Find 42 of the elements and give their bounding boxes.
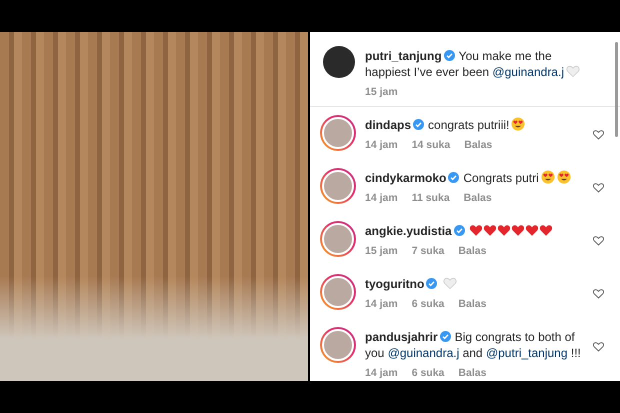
like-heart-icon[interactable] (592, 181, 605, 194)
like-heart-icon[interactable] (592, 128, 605, 141)
like-heart-icon[interactable] (592, 340, 605, 353)
like-heart-icon[interactable] (592, 287, 605, 300)
mention-link[interactable]: @guinandra.j (388, 346, 460, 360)
heart-icon (538, 223, 553, 237)
time-label: 14 jam (365, 192, 398, 204)
caption-text: putri_tanjung You make me the happiest I’ve ever been @guinandra.j (365, 48, 590, 80)
comment-text: pandusjahrir Big congrats to both of you @guinandra.j and @putri_tanjung !!! (365, 329, 582, 361)
comment-text: cindykarmoko Congrats putri (365, 170, 596, 186)
heart-eyes-face-icon (511, 117, 526, 131)
mention-link[interactable]: @putri_tanjung (486, 346, 568, 360)
time-label: 14 jam (365, 298, 398, 310)
heart-icon (468, 223, 483, 237)
username-link[interactable]: cindykarmoko (365, 171, 446, 185)
heart-emoji-icon (566, 64, 580, 78)
time-label: 15 jam (365, 86, 398, 98)
comment-text: dindaps congrats putriii! (365, 117, 596, 133)
heart-eyes-face-icon (556, 170, 571, 184)
username-link[interactable]: putri_tanjung (365, 49, 442, 63)
username-link[interactable]: pandusjahrir (365, 330, 438, 344)
username-link[interactable]: tyoguritno (365, 277, 424, 291)
heart-icon (496, 223, 511, 237)
like-heart-icon[interactable] (592, 234, 605, 247)
likes-count: 11 suka (412, 192, 450, 204)
heart-eyes-face-icon (540, 170, 555, 184)
heart-icon (510, 223, 525, 237)
likes-count: 7 suka (412, 245, 444, 257)
time-label: 15 jam (365, 245, 398, 257)
scrollbar[interactable] (615, 42, 618, 137)
heart-icon (524, 223, 539, 237)
mention-link[interactable]: @guinandra.j (492, 65, 564, 79)
time-label: 14 jam (365, 367, 398, 379)
username-link[interactable]: dindaps (365, 118, 412, 132)
likes-count: 6 suka (412, 298, 444, 310)
heart-icon (482, 223, 497, 237)
likes-count: 6 suka (412, 367, 444, 379)
heart-emoji-icon (443, 276, 458, 290)
time-label: 14 jam (365, 139, 398, 151)
username-link[interactable]: angkie.yudistia (365, 224, 452, 238)
avatar (323, 46, 355, 78)
likes-count: 14 suka (412, 139, 450, 151)
